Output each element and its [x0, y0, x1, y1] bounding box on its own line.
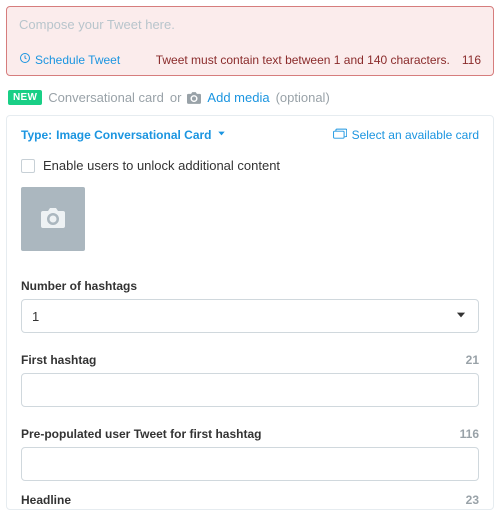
num-hashtags-value: 1 [32, 309, 39, 324]
chevron-down-icon [454, 308, 468, 325]
card-panel: Type: Image Conversational Card Select a… [6, 115, 494, 510]
compose-error: Tweet must contain text between 1 and 14… [156, 53, 450, 67]
first-hashtag-count: 21 [466, 353, 479, 367]
compose-box: Compose your Tweet here. Schedule Tweet … [6, 6, 494, 76]
schedule-tweet-link[interactable]: Schedule Tweet [19, 52, 120, 67]
char-count: 116 [462, 53, 481, 67]
conversational-card-label: Conversational card [48, 90, 164, 105]
prepop-input[interactable] [21, 447, 479, 481]
first-hashtag-label: First hashtag [21, 353, 96, 367]
prepop-label-row: Pre-populated user Tweet for first hasht… [21, 427, 479, 441]
card-header: Type: Image Conversational Card Select a… [21, 128, 479, 142]
select-available-label: Select an available card [352, 128, 479, 142]
headline-label-row: Headline 23 [21, 493, 479, 507]
or-text: or [170, 90, 182, 105]
add-media-link[interactable]: Add media [207, 90, 269, 105]
compose-input[interactable]: Compose your Tweet here. [19, 17, 481, 52]
schedule-label: Schedule Tweet [35, 53, 120, 67]
select-available-card-link[interactable]: Select an available card [333, 128, 479, 142]
compose-footer: Schedule Tweet Tweet must contain text b… [19, 52, 481, 67]
image-upload-button[interactable] [21, 187, 85, 251]
num-hashtags-label: Number of hashtags [21, 279, 137, 293]
new-badge: NEW [8, 90, 42, 105]
optional-text: (optional) [276, 90, 330, 105]
headline-count: 23 [466, 493, 479, 507]
card-type-selector[interactable]: Type: Image Conversational Card [21, 128, 227, 142]
card-stack-icon [333, 128, 347, 142]
clock-icon [19, 52, 31, 67]
chevron-down-icon [216, 128, 227, 142]
type-value: Image Conversational Card [56, 128, 211, 142]
type-prefix: Type: [21, 128, 52, 142]
first-hashtag-label-row: First hashtag 21 [21, 353, 479, 367]
prepop-count: 116 [460, 427, 479, 441]
headline-label: Headline [21, 493, 71, 507]
compose-status: Tweet must contain text between 1 and 14… [156, 53, 481, 67]
enable-unlock-checkbox[interactable] [21, 159, 35, 173]
media-options-row: NEW Conversational card or Add media (op… [0, 90, 500, 115]
camera-icon [187, 92, 201, 104]
first-hashtag-input[interactable] [21, 373, 479, 407]
camera-icon [41, 208, 65, 231]
enable-unlock-label: Enable users to unlock additional conten… [43, 158, 280, 173]
num-hashtags-select[interactable]: 1 [21, 299, 479, 333]
prepop-label: Pre-populated user Tweet for first hasht… [21, 427, 261, 441]
enable-unlock-row[interactable]: Enable users to unlock additional conten… [21, 158, 479, 173]
num-hashtags-label-row: Number of hashtags [21, 279, 479, 293]
